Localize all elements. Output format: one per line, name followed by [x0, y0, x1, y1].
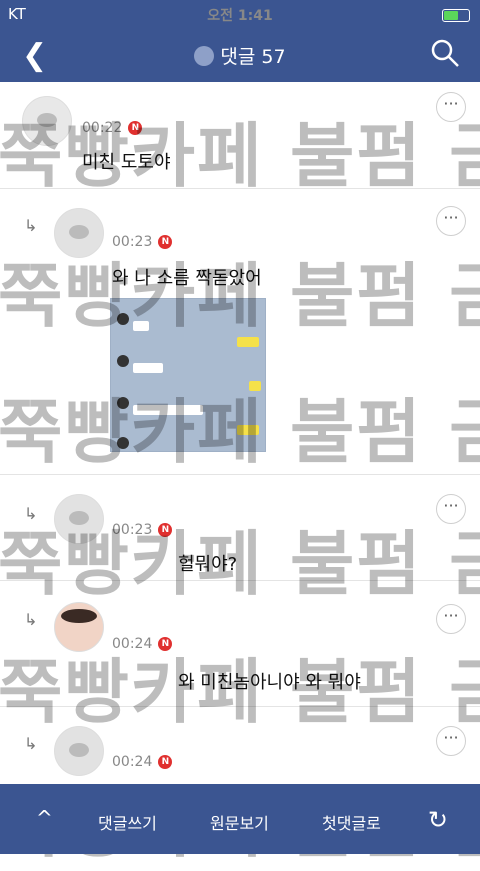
refresh-icon[interactable]: ↻	[428, 806, 448, 834]
status-bar: KT 오전 1:41	[0, 0, 480, 28]
reply-arrow-icon: ↳	[24, 504, 38, 523]
battery-icon	[442, 6, 470, 24]
reply-arrow-icon: ↳	[24, 610, 38, 629]
comment-time: 00:24 N	[112, 754, 173, 770]
more-options-button[interactable]: ···	[436, 726, 466, 756]
reply-arrow-icon: ↳	[24, 216, 38, 235]
comment-time: 00:23 N	[112, 234, 173, 250]
avatar[interactable]	[54, 726, 104, 776]
comment-time: 00:22 N	[82, 120, 143, 136]
avatar[interactable]	[54, 602, 104, 652]
search-icon[interactable]	[430, 38, 460, 72]
reply-arrow-icon: ↳	[24, 734, 38, 753]
new-badge: N	[158, 235, 173, 249]
new-badge: N	[128, 121, 143, 135]
new-badge: N	[158, 755, 173, 769]
view-original-button[interactable]: 원문보기	[210, 810, 269, 834]
header: ❮ 댓글 57	[0, 28, 480, 82]
comment-text: 와 미친놈아니야 와 뭐야	[178, 672, 361, 693]
comment-item: ↳ 00:23 N 와 나 소름 짝돋았어 ···	[0, 188, 480, 475]
more-options-button[interactable]: ···	[436, 206, 466, 236]
comment-list[interactable]: 00:22 N 미친 도토야 ··· ↳ 00:23 N 와 나 소름 짝돋았어 ·…	[0, 82, 480, 784]
comment-time: 00:23 N	[112, 522, 173, 538]
comment-text: 헐뭐야?	[178, 554, 238, 575]
more-options-button[interactable]: ···	[436, 604, 466, 634]
first-comment-button[interactable]: 첫댓글로	[322, 810, 381, 834]
clock: 오전 1:41	[207, 8, 273, 24]
comment-count-title: 댓글 57	[220, 46, 286, 68]
comment-text: 미친 도토야	[82, 152, 171, 173]
bell-icon	[194, 46, 215, 66]
comment-item: ↳ 00:23 N 헐뭐야? ···	[0, 474, 480, 581]
more-options-button[interactable]: ···	[436, 494, 466, 524]
write-comment-button[interactable]: 댓글쓰기	[98, 810, 157, 834]
avatar[interactable]	[22, 96, 72, 146]
avatar[interactable]	[54, 494, 104, 544]
page-title: 댓글 57	[0, 42, 480, 69]
comment-time: 00:24 N	[112, 636, 173, 652]
scroll-up-button[interactable]: ^	[36, 806, 53, 830]
comment-text: 와 나 소름 짝돋았어	[112, 268, 262, 289]
comment-item: ↳ 00:24 N ···	[0, 706, 480, 784]
comment-item: 00:22 N 미친 도토야 ···	[0, 82, 480, 189]
avatar[interactable]	[54, 208, 104, 258]
new-badge: N	[158, 523, 173, 537]
attached-chat-screenshot[interactable]	[110, 298, 266, 452]
new-badge: N	[158, 637, 173, 651]
more-options-button[interactable]: ···	[436, 92, 466, 122]
comment-item: ↳ 00:24 N 와 미친놈아니야 와 뭐야 ···	[0, 580, 480, 707]
bottom-toolbar: ^ 댓글쓰기 원문보기 첫댓글로 ↻	[0, 784, 480, 854]
